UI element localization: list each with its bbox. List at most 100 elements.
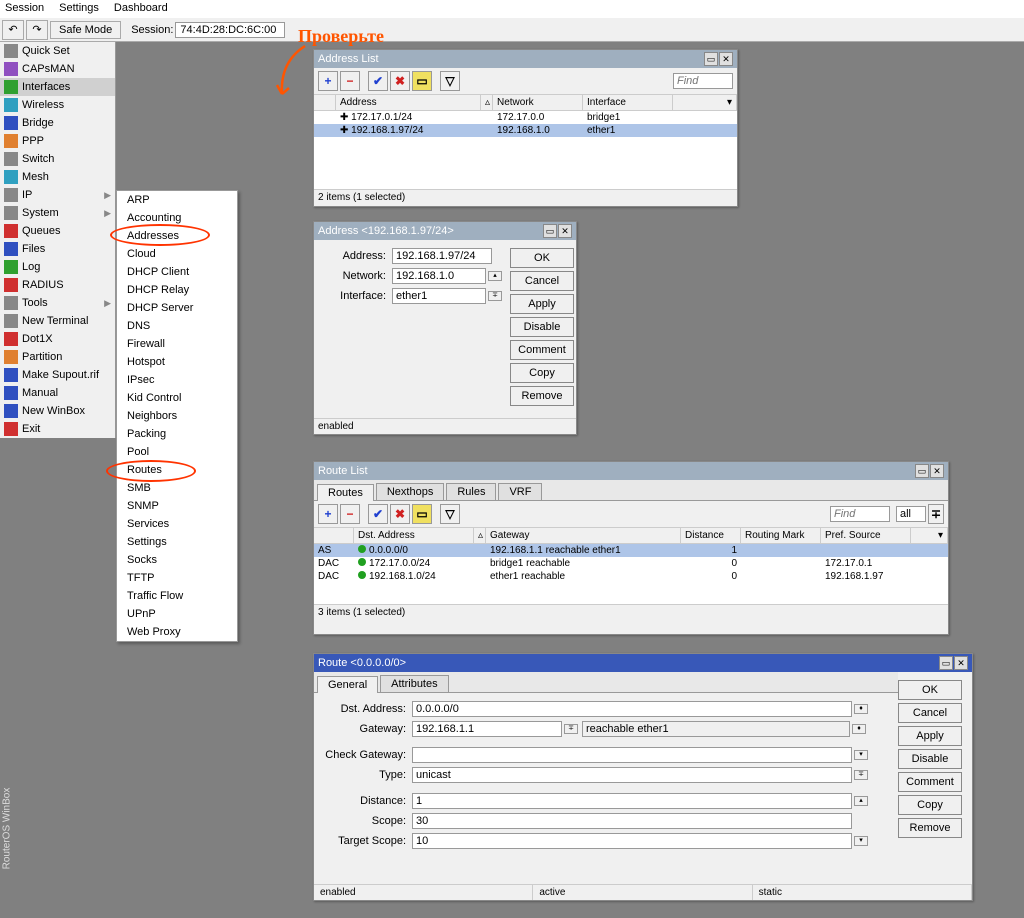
comment-button[interactable]: Comment [898,772,962,792]
menu-session[interactable]: Session [5,2,44,16]
redo-button[interactable]: ↷ [26,20,48,40]
up-icon[interactable]: ▴ [489,272,501,280]
filter-button[interactable]: ▽ [440,504,460,524]
sidebar-item-new-terminal[interactable]: New Terminal [0,312,115,330]
ip-menu-accounting[interactable]: Accounting [117,209,237,227]
comment-button[interactable]: ▭ [412,71,432,91]
gateway-input[interactable] [412,721,562,737]
col-dst[interactable]: Dst. Address [354,528,474,543]
route-list-titlebar[interactable]: Route List ▭✕ [314,462,948,480]
ip-menu-routes[interactable]: Routes [117,461,237,479]
undo-button[interactable]: ↶ [2,20,24,40]
down-icon[interactable]: ▾ [855,837,867,845]
comment-button[interactable]: Comment [510,340,574,360]
col-pref-source[interactable]: Pref. Source [821,528,911,543]
dst-address-input[interactable] [412,701,852,717]
find-input[interactable] [673,73,733,89]
minimize-icon[interactable]: ▭ [939,656,953,670]
filter-all[interactable] [896,506,926,522]
filter-button[interactable]: ▽ [440,71,460,91]
ip-menu-kid-control[interactable]: Kid Control [117,389,237,407]
safe-mode-button[interactable]: Safe Mode [50,21,121,39]
up-icon[interactable]: ♦ [855,705,867,713]
ip-menu-socks[interactable]: Socks [117,551,237,569]
minimize-icon[interactable]: ▭ [543,224,557,238]
ip-menu-pool[interactable]: Pool [117,443,237,461]
ip-menu-firewall[interactable]: Firewall [117,335,237,353]
minimize-icon[interactable]: ▭ [915,464,929,478]
ip-menu-tftp[interactable]: TFTP [117,569,237,587]
cancel-button[interactable]: Cancel [510,271,574,291]
close-icon[interactable]: ✕ [719,52,733,66]
apply-button[interactable]: Apply [898,726,962,746]
sidebar-item-mesh[interactable]: Mesh [0,168,115,186]
sidebar-item-wireless[interactable]: Wireless [0,96,115,114]
menu-dashboard[interactable]: Dashboard [114,2,168,16]
address-list-titlebar[interactable]: Address List ▭ ✕ [314,50,737,68]
sidebar-item-interfaces[interactable]: Interfaces [0,78,115,96]
close-icon[interactable]: ✕ [954,656,968,670]
ip-menu-settings[interactable]: Settings [117,533,237,551]
remove-button[interactable]: − [340,71,360,91]
address-row[interactable]: ✚ 192.168.1.97/24192.168.1.0ether1 [314,124,737,137]
sidebar-item-radius[interactable]: RADIUS [0,276,115,294]
disable-button[interactable]: ✖ [390,71,410,91]
col-gateway[interactable]: Gateway [486,528,681,543]
tab-general[interactable]: General [317,676,378,693]
sidebar-item-bridge[interactable]: Bridge [0,114,115,132]
ip-menu-cloud[interactable]: Cloud [117,245,237,263]
enable-button[interactable]: ✔ [368,504,388,524]
sidebar-item-capsman[interactable]: CAPsMAN [0,60,115,78]
col-address[interactable]: Address [336,95,481,110]
ok-button[interactable]: OK [510,248,574,268]
sidebar-item-queues[interactable]: Queues [0,222,115,240]
copy-button[interactable]: Copy [510,363,574,383]
ip-menu-upnp[interactable]: UPnP [117,605,237,623]
address-input[interactable] [392,248,492,264]
sidebar-item-files[interactable]: Files [0,240,115,258]
minimize-icon[interactable]: ▭ [704,52,718,66]
col-distance[interactable]: Distance [681,528,741,543]
close-icon[interactable]: ✕ [930,464,944,478]
find-input[interactable] [830,506,890,522]
ip-menu-addresses[interactable]: Addresses [117,227,237,245]
route-row[interactable]: DAC172.17.0.0/24bridge1 reachable0172.17… [314,557,948,570]
ip-menu-smb[interactable]: SMB [117,479,237,497]
target-scope-input[interactable] [412,833,852,849]
ip-menu-packing[interactable]: Packing [117,425,237,443]
ip-menu-traffic-flow[interactable]: Traffic Flow [117,587,237,605]
ip-menu-services[interactable]: Services [117,515,237,533]
ip-menu-neighbors[interactable]: Neighbors [117,407,237,425]
route-row[interactable]: AS0.0.0.0/0192.168.1.1 reachable ether11 [314,544,948,557]
disable-button[interactable]: Disable [510,317,574,337]
comment-button[interactable]: ▭ [412,504,432,524]
up-icon[interactable]: ♦ [853,725,865,733]
address-row[interactable]: ✚ 172.17.0.1/24172.17.0.0bridge1 [314,111,737,124]
add-button[interactable]: + [318,504,338,524]
sidebar-item-system[interactable]: System▶ [0,204,115,222]
ok-button[interactable]: OK [898,680,962,700]
sidebar-item-manual[interactable]: Manual [0,384,115,402]
sidebar-item-ppp[interactable]: PPP [0,132,115,150]
route-dialog-titlebar[interactable]: Route <0.0.0.0/0> ▭✕ [314,654,972,672]
address-dialog-titlebar[interactable]: Address <192.168.1.97/24> ▭ ✕ [314,222,576,240]
sidebar-item-partition[interactable]: Partition [0,348,115,366]
col-routing-mark[interactable]: Routing Mark [741,528,821,543]
sidebar-item-exit[interactable]: Exit [0,420,115,438]
ip-menu-arp[interactable]: ARP [117,191,237,209]
network-input[interactable] [392,268,486,284]
dropdown-icon[interactable]: ▾ [855,751,867,759]
cancel-button[interactable]: Cancel [898,703,962,723]
apply-button[interactable]: Apply [510,294,574,314]
ip-menu-dhcp-server[interactable]: DHCP Server [117,299,237,317]
dropdown-icon[interactable]: ∓ [489,292,501,300]
remove-button[interactable]: Remove [510,386,574,406]
disable-button[interactable]: Disable [898,749,962,769]
ip-menu-dhcp-client[interactable]: DHCP Client [117,263,237,281]
dropdown-icon[interactable]: ∓ [928,504,944,524]
col-interface[interactable]: Interface [583,95,673,110]
route-row[interactable]: DAC192.168.1.0/24ether1 reachable0192.16… [314,570,948,583]
sidebar-item-quick-set[interactable]: Quick Set [0,42,115,60]
ip-menu-hotspot[interactable]: Hotspot [117,353,237,371]
menu-settings[interactable]: Settings [59,2,99,16]
